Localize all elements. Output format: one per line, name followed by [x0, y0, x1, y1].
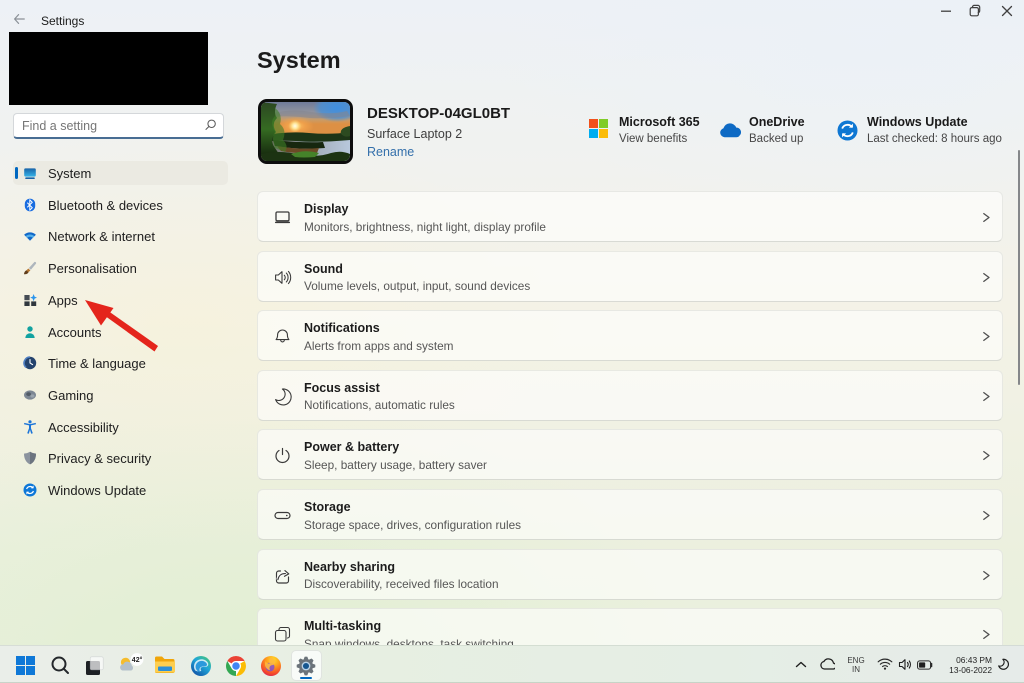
svg-text:42°: 42°	[132, 656, 143, 664]
